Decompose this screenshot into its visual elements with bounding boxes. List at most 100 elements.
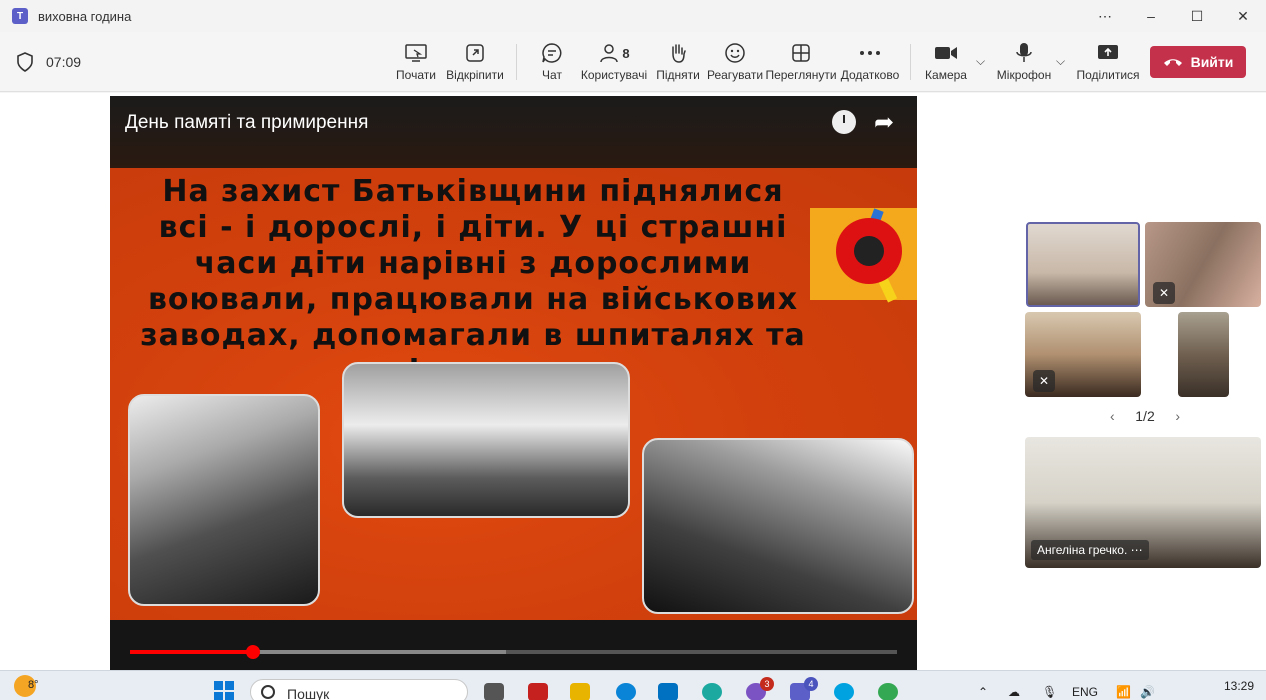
language-indicator[interactable]: ENG bbox=[1072, 685, 1098, 699]
participant-tile[interactable]: ✕ bbox=[1145, 222, 1261, 307]
more-dots-icon[interactable]: ⋯ bbox=[1131, 543, 1143, 557]
meeting-toolbar: 07:09 Почати Відкріпити Чат 8 Користувач… bbox=[0, 32, 1266, 92]
people-button[interactable]: 8 Користувачі bbox=[578, 38, 650, 82]
mic-off-icon: ✕ bbox=[1153, 282, 1175, 304]
phone-hangup-icon bbox=[1163, 59, 1182, 66]
slide-text: На захист Батьківщини піднялися всі - і … bbox=[140, 174, 806, 389]
camera-options-chevron-icon[interactable]: ⌵ bbox=[976, 54, 985, 69]
meeting-timer: 07:09 bbox=[46, 54, 82, 70]
raise-label: Підняти bbox=[656, 68, 700, 82]
tray-mic-icon[interactable]: 🎙 bbox=[1042, 685, 1057, 699]
poppy-flower bbox=[836, 218, 902, 284]
camera-icon bbox=[934, 38, 958, 68]
mic-off-icon: ✕ bbox=[1033, 370, 1055, 392]
viber-badge: 3 bbox=[760, 677, 774, 691]
photo-boy-and-man bbox=[128, 394, 320, 606]
view-button[interactable]: Переглянути bbox=[765, 38, 837, 82]
tray-chevron-icon[interactable]: ⌃ bbox=[978, 685, 988, 699]
smile-icon bbox=[724, 38, 746, 68]
participant-name: Ангеліна гречко. ⋯ bbox=[1031, 540, 1149, 560]
camera-button[interactable]: Камера bbox=[910, 38, 982, 82]
video-title: День памяті та примирення bbox=[125, 112, 369, 133]
shield-icon bbox=[17, 52, 33, 72]
prev-page-chevron-icon[interactable]: ‹ bbox=[1110, 408, 1115, 424]
watch-later-icon[interactable] bbox=[832, 110, 856, 134]
grid-view-icon bbox=[791, 38, 811, 68]
people-icon: 8 bbox=[598, 38, 630, 68]
chat-label: Чат bbox=[542, 68, 562, 82]
video-slide: На захист Батьківщини піднялися всі - і … bbox=[110, 168, 917, 620]
photo-soldier bbox=[342, 362, 630, 518]
progress-fill bbox=[130, 650, 253, 654]
more-actions-button[interactable]: Додатково bbox=[834, 38, 906, 82]
share-label: Поділитися bbox=[1076, 68, 1140, 82]
search-label: Пошук bbox=[287, 686, 330, 700]
microphone-button[interactable]: Мікрофон bbox=[988, 38, 1060, 82]
progress-knob[interactable] bbox=[245, 645, 260, 659]
microphone-icon bbox=[1016, 38, 1032, 68]
poppy-emblem-icon bbox=[810, 208, 917, 303]
video-progress-bar[interactable] bbox=[130, 645, 897, 659]
title-bar: T виховна година ⋯ – ☐ ✕ bbox=[0, 0, 1266, 32]
next-page-chevron-icon[interactable]: › bbox=[1175, 408, 1180, 424]
help-icon[interactable] bbox=[616, 683, 636, 700]
mic-options-chevron-icon[interactable]: ⌵ bbox=[1056, 54, 1065, 69]
taskbar: 8° Пошук 3 4 ⌃ ☁ 🎙 ENG 📶 🔊 13:29 bbox=[0, 670, 1266, 700]
share-button[interactable]: Поділитися bbox=[1072, 38, 1144, 82]
featured-participant-tile[interactable]: Ангеліна гречко. ⋯ bbox=[1025, 437, 1261, 568]
task-view-icon[interactable] bbox=[484, 683, 504, 700]
onedrive-icon[interactable]: ☁ bbox=[1008, 685, 1020, 699]
minimize-button[interactable]: – bbox=[1128, 0, 1174, 32]
more-dots-icon bbox=[859, 38, 881, 68]
wifi-icon[interactable]: 📶 bbox=[1116, 685, 1131, 699]
weather-temp: 8° bbox=[28, 679, 39, 691]
gmail-icon[interactable] bbox=[528, 683, 548, 700]
photo-factory-workers bbox=[642, 438, 914, 614]
shared-video[interactable]: День памяті та примирення ➦ На захист Ба… bbox=[110, 96, 917, 670]
window-title: виховна година bbox=[38, 8, 132, 24]
participant-tile-teacher[interactable] bbox=[1026, 222, 1140, 307]
close-button[interactable]: ✕ bbox=[1220, 0, 1266, 32]
taskbar-clock[interactable]: 13:29 bbox=[1224, 679, 1254, 693]
page-indicator: 1/2 bbox=[1135, 408, 1155, 424]
people-label: Користувачі bbox=[580, 68, 648, 82]
leave-button[interactable]: Вийти bbox=[1150, 46, 1246, 78]
leave-label: Вийти bbox=[1190, 54, 1234, 70]
edge-icon[interactable] bbox=[702, 683, 722, 700]
participants-pager: ‹ 1/2 › bbox=[1110, 408, 1180, 424]
myhp-icon[interactable] bbox=[658, 683, 678, 700]
participant-tile[interactable]: ✕ bbox=[1025, 312, 1141, 397]
chrome-icon[interactable] bbox=[878, 683, 898, 700]
popout-icon bbox=[465, 38, 485, 68]
react-button[interactable]: Реагувати bbox=[699, 38, 771, 82]
maximize-button[interactable]: ☐ bbox=[1174, 0, 1220, 32]
file-explorer-icon[interactable] bbox=[570, 683, 590, 700]
share-screen-icon bbox=[1097, 38, 1119, 68]
people-count: 8 bbox=[622, 45, 630, 61]
taskbar-search[interactable]: Пошук bbox=[250, 679, 468, 700]
present-icon bbox=[405, 38, 427, 68]
start-label: Почати bbox=[396, 68, 436, 82]
video-header: День памяті та примирення ➦ bbox=[110, 96, 917, 168]
participant-tile[interactable] bbox=[1178, 312, 1229, 397]
hand-icon bbox=[668, 38, 688, 68]
participant-name-text: Ангеліна гречко. bbox=[1037, 543, 1128, 557]
react-label: Реагувати bbox=[706, 68, 764, 82]
teams-logo-icon: T bbox=[12, 8, 28, 24]
more-label: Додатково bbox=[840, 68, 900, 82]
more-options-button[interactable]: ⋯ bbox=[1082, 0, 1128, 32]
video-controls bbox=[110, 620, 917, 670]
teams-badge: 4 bbox=[804, 677, 818, 691]
search-icon bbox=[261, 685, 275, 699]
camera-label: Камера bbox=[925, 68, 967, 82]
windows-start-icon[interactable] bbox=[214, 681, 234, 700]
volume-icon[interactable]: 🔊 bbox=[1140, 685, 1155, 699]
view-label: Переглянути bbox=[765, 68, 837, 82]
mic-label: Мікрофон bbox=[996, 68, 1052, 82]
window-controls: ⋯ – ☐ ✕ bbox=[1082, 0, 1266, 32]
chat-icon bbox=[541, 38, 563, 68]
skype-icon[interactable] bbox=[834, 683, 854, 700]
popout-button[interactable]: Відкріпити bbox=[439, 38, 511, 82]
share-arrow-icon[interactable]: ➦ bbox=[874, 108, 894, 137]
popout-label: Відкріпити bbox=[446, 68, 504, 82]
